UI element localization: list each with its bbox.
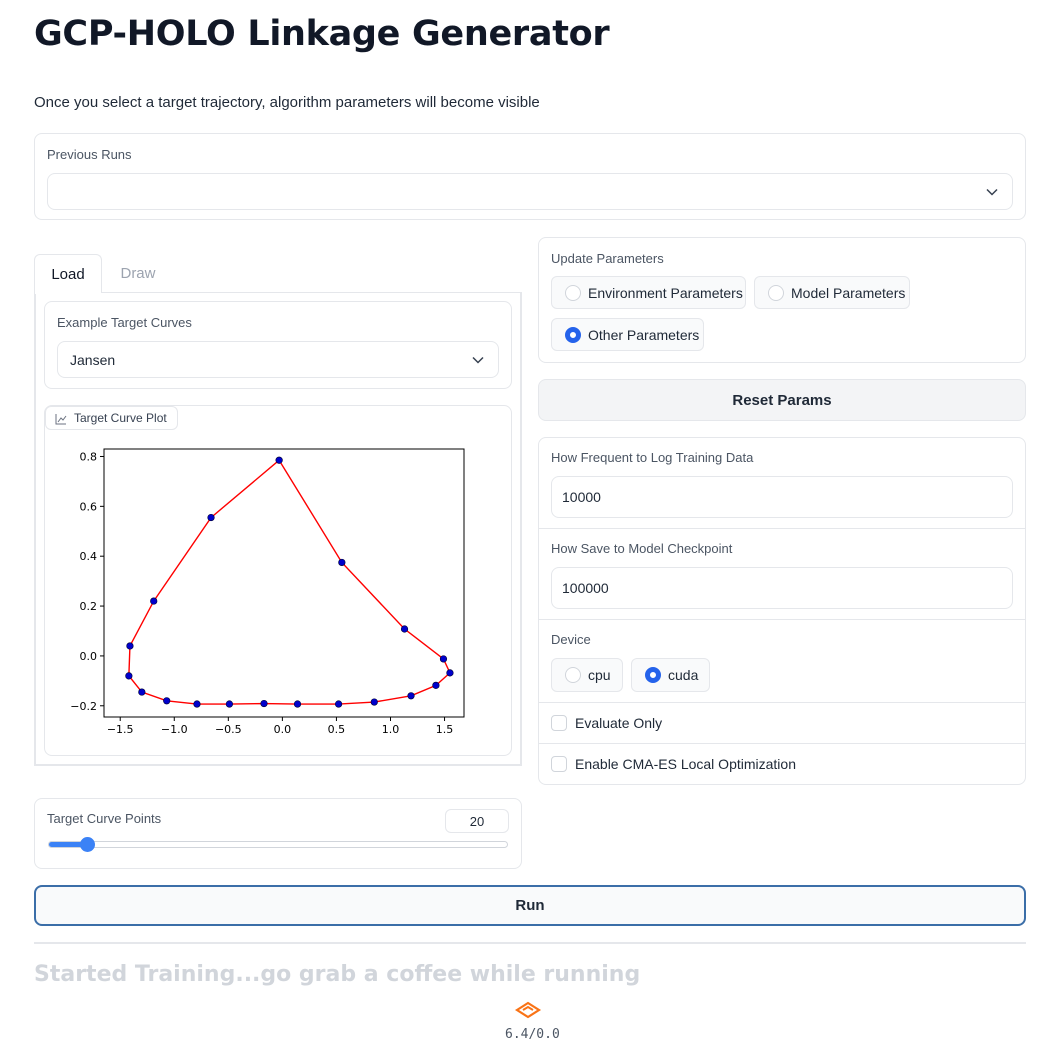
chart-icon <box>55 414 67 425</box>
example-curves-panel: Example Target Curves Jansen <box>44 301 512 389</box>
radio-environment-parameters[interactable]: Environment Parameters <box>551 276 746 309</box>
tab-load-label: Load <box>51 265 85 283</box>
tab-load[interactable]: Load <box>34 254 102 293</box>
radio-model-parameters[interactable]: Model Parameters <box>754 276 910 309</box>
y-tick-label: 0.4 <box>80 550 98 563</box>
data-point <box>126 642 134 650</box>
checkpoint-label: How Save to Model Checkpoint <box>551 541 733 556</box>
target-points-number-input[interactable]: 20 <box>445 809 509 833</box>
radio-icon-selected <box>645 667 661 683</box>
data-point <box>334 700 343 708</box>
radio-label: cpu <box>588 667 611 683</box>
data-point <box>275 456 283 464</box>
evaluate-only-label: Evaluate Only <box>575 715 663 731</box>
slider-thumb[interactable] <box>80 837 95 852</box>
data-point <box>260 699 268 708</box>
previous-runs-label: Previous Runs <box>47 147 132 162</box>
data-point <box>400 625 409 633</box>
data-point <box>207 513 215 522</box>
status-text: Started Training...go grab a coffee whil… <box>34 962 641 987</box>
run-button[interactable]: Run <box>34 885 1026 926</box>
target-points-slider[interactable] <box>48 837 508 852</box>
y-tick-label: 0.0 <box>80 650 98 663</box>
data-point <box>407 692 415 700</box>
data-point <box>439 655 448 663</box>
previous-runs-panel: Previous Runs <box>34 133 1026 220</box>
radio-label: Environment Parameters <box>588 284 743 301</box>
data-point <box>163 697 171 705</box>
radio-label: Other Parameters <box>588 326 700 343</box>
y-tick-label: 0.2 <box>80 600 98 613</box>
x-tick-label: 1.5 <box>436 723 454 736</box>
tab-draw[interactable]: Draw <box>106 254 170 293</box>
x-tick-label: −1.5 <box>107 723 134 736</box>
plot-label: Target Curve Plot <box>45 406 178 430</box>
data-point <box>138 688 146 696</box>
radio-label: Model Parameters <box>791 284 906 301</box>
gradio-logo-icon <box>514 1001 542 1019</box>
update-params-label: Update Parameters <box>551 251 664 266</box>
divider <box>539 528 1025 529</box>
device-label: Device <box>551 632 591 647</box>
data-point <box>370 698 378 706</box>
radio-other-parameters[interactable]: Other Parameters <box>551 318 704 351</box>
radio-icon <box>565 284 581 301</box>
example-curves-value: Jansen <box>70 351 116 368</box>
cma-es-checkbox[interactable] <box>551 756 567 772</box>
y-tick-label: 0.8 <box>80 450 98 463</box>
cma-es-label: Enable CMA-ES Local Optimization <box>575 756 796 772</box>
version-text: 6.4/0.0 <box>505 1027 560 1042</box>
data-point <box>193 700 201 708</box>
page-title: GCP-HOLO Linkage Generator <box>34 14 610 54</box>
log-freq-label: How Frequent to Log Training Data <box>551 450 754 465</box>
radio-label: cuda <box>668 667 699 683</box>
y-tick-label: −0.2 <box>70 700 97 713</box>
target-points-label: Target Curve Points <box>47 811 162 826</box>
x-tick-label: −0.5 <box>215 723 242 736</box>
x-tick-label: 1.0 <box>382 723 400 736</box>
data-point <box>338 558 346 567</box>
data-point <box>293 700 302 708</box>
x-tick-label: 0.0 <box>274 723 292 736</box>
radio-icon <box>768 284 784 301</box>
y-tick-label: 0.6 <box>80 500 98 513</box>
radio-icon-selected <box>565 326 581 343</box>
page-subtitle: Once you select a target trajectory, alg… <box>34 94 540 111</box>
radio-icon <box>565 667 581 683</box>
reset-params-button[interactable]: Reset Params <box>538 379 1026 421</box>
x-tick-label: 0.5 <box>328 723 346 736</box>
divider <box>539 743 1025 744</box>
data-point <box>225 700 234 708</box>
example-curves-select[interactable]: Jansen <box>57 341 499 378</box>
data-point <box>446 669 454 677</box>
tab-active-gap <box>35 292 101 294</box>
previous-runs-select[interactable] <box>47 173 1013 210</box>
x-tick-label: −1.0 <box>161 723 188 736</box>
tab-draw-label: Draw <box>120 265 156 282</box>
divider <box>539 619 1025 620</box>
plot-area <box>103 448 465 718</box>
data-point <box>150 597 158 605</box>
chevron-down-icon <box>986 188 998 196</box>
divider <box>539 702 1025 703</box>
example-curves-label: Example Target Curves <box>57 315 192 330</box>
evaluate-only-checkbox[interactable] <box>551 715 567 731</box>
radio-device-cuda[interactable]: cuda <box>631 658 710 692</box>
plot-label-text: Target Curve Plot <box>74 411 167 425</box>
chevron-down-icon <box>472 356 484 364</box>
target-curve-chart: −1.5 −1.0 −0.5 0.0 0.5 1.0 1.5 −0.2 0.0 0.2 0.4 0.6… <box>70 448 465 736</box>
log-freq-input[interactable]: 10000 <box>551 476 1013 518</box>
radio-device-cpu[interactable]: cpu <box>551 658 623 692</box>
data-point <box>432 681 440 689</box>
data-point <box>125 672 133 680</box>
divider <box>34 942 1026 944</box>
checkpoint-input[interactable]: 100000 <box>551 567 1013 609</box>
